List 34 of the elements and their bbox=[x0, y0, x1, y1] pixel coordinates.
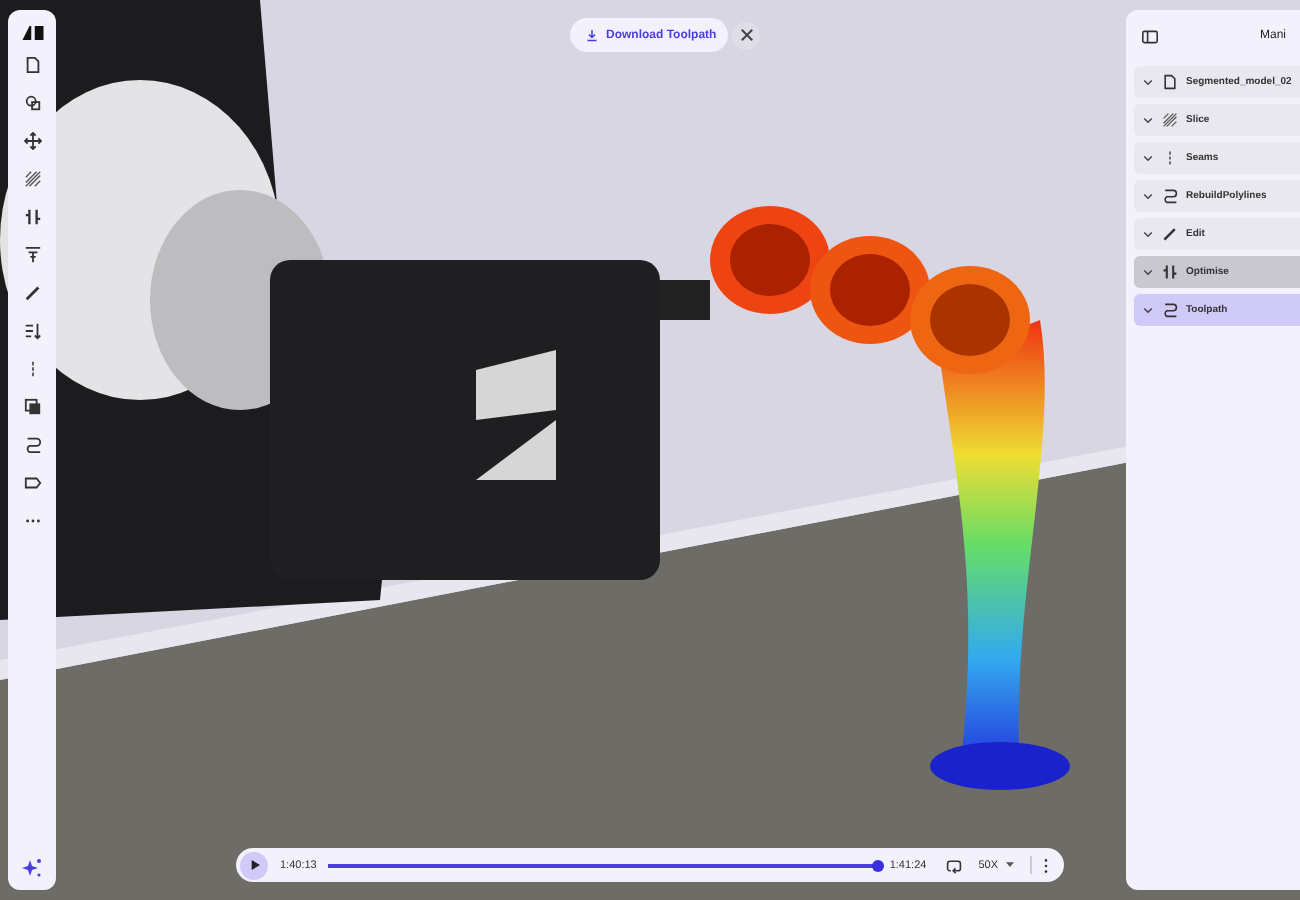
loop-icon[interactable] bbox=[946, 857, 963, 873]
download-icon bbox=[586, 29, 598, 41]
pen-icon bbox=[1162, 226, 1178, 242]
chevron-icon[interactable] bbox=[1142, 114, 1154, 126]
hatch-icon[interactable] bbox=[23, 170, 41, 188]
filter-icon[interactable] bbox=[23, 246, 41, 264]
sort-icon[interactable] bbox=[23, 322, 41, 340]
play-button[interactable] bbox=[240, 851, 268, 879]
file-icon bbox=[1162, 74, 1178, 90]
sparkle-icon[interactable] bbox=[22, 858, 42, 878]
file-icon[interactable] bbox=[23, 56, 41, 74]
sliders-icon[interactable] bbox=[23, 208, 41, 226]
chevron-icon[interactable] bbox=[1142, 304, 1154, 316]
chevron-icon[interactable] bbox=[1142, 190, 1154, 202]
path-icon[interactable] bbox=[23, 436, 41, 454]
tag-icon[interactable] bbox=[23, 474, 41, 492]
play-icon bbox=[249, 860, 259, 870]
move-icon[interactable] bbox=[23, 132, 41, 150]
layers-icon[interactable] bbox=[23, 398, 41, 416]
shapes-icon[interactable] bbox=[23, 94, 41, 112]
chevron-icon[interactable] bbox=[1142, 76, 1154, 88]
path-icon bbox=[1162, 188, 1178, 204]
pen-icon[interactable] bbox=[23, 284, 41, 302]
chevron-icon[interactable] bbox=[1142, 228, 1154, 240]
chevron-icon[interactable] bbox=[1142, 152, 1154, 164]
sliders-icon bbox=[1162, 264, 1178, 280]
sidebar-toggle-icon[interactable] bbox=[1142, 29, 1158, 43]
hatch-icon bbox=[1162, 112, 1178, 128]
chevron-icon[interactable] bbox=[1142, 266, 1154, 278]
close-icon bbox=[739, 28, 754, 42]
logo-icon bbox=[21, 26, 43, 40]
timeline-slider[interactable] bbox=[328, 863, 878, 867]
path-icon bbox=[1162, 302, 1178, 318]
caret-icon bbox=[1006, 862, 1014, 868]
